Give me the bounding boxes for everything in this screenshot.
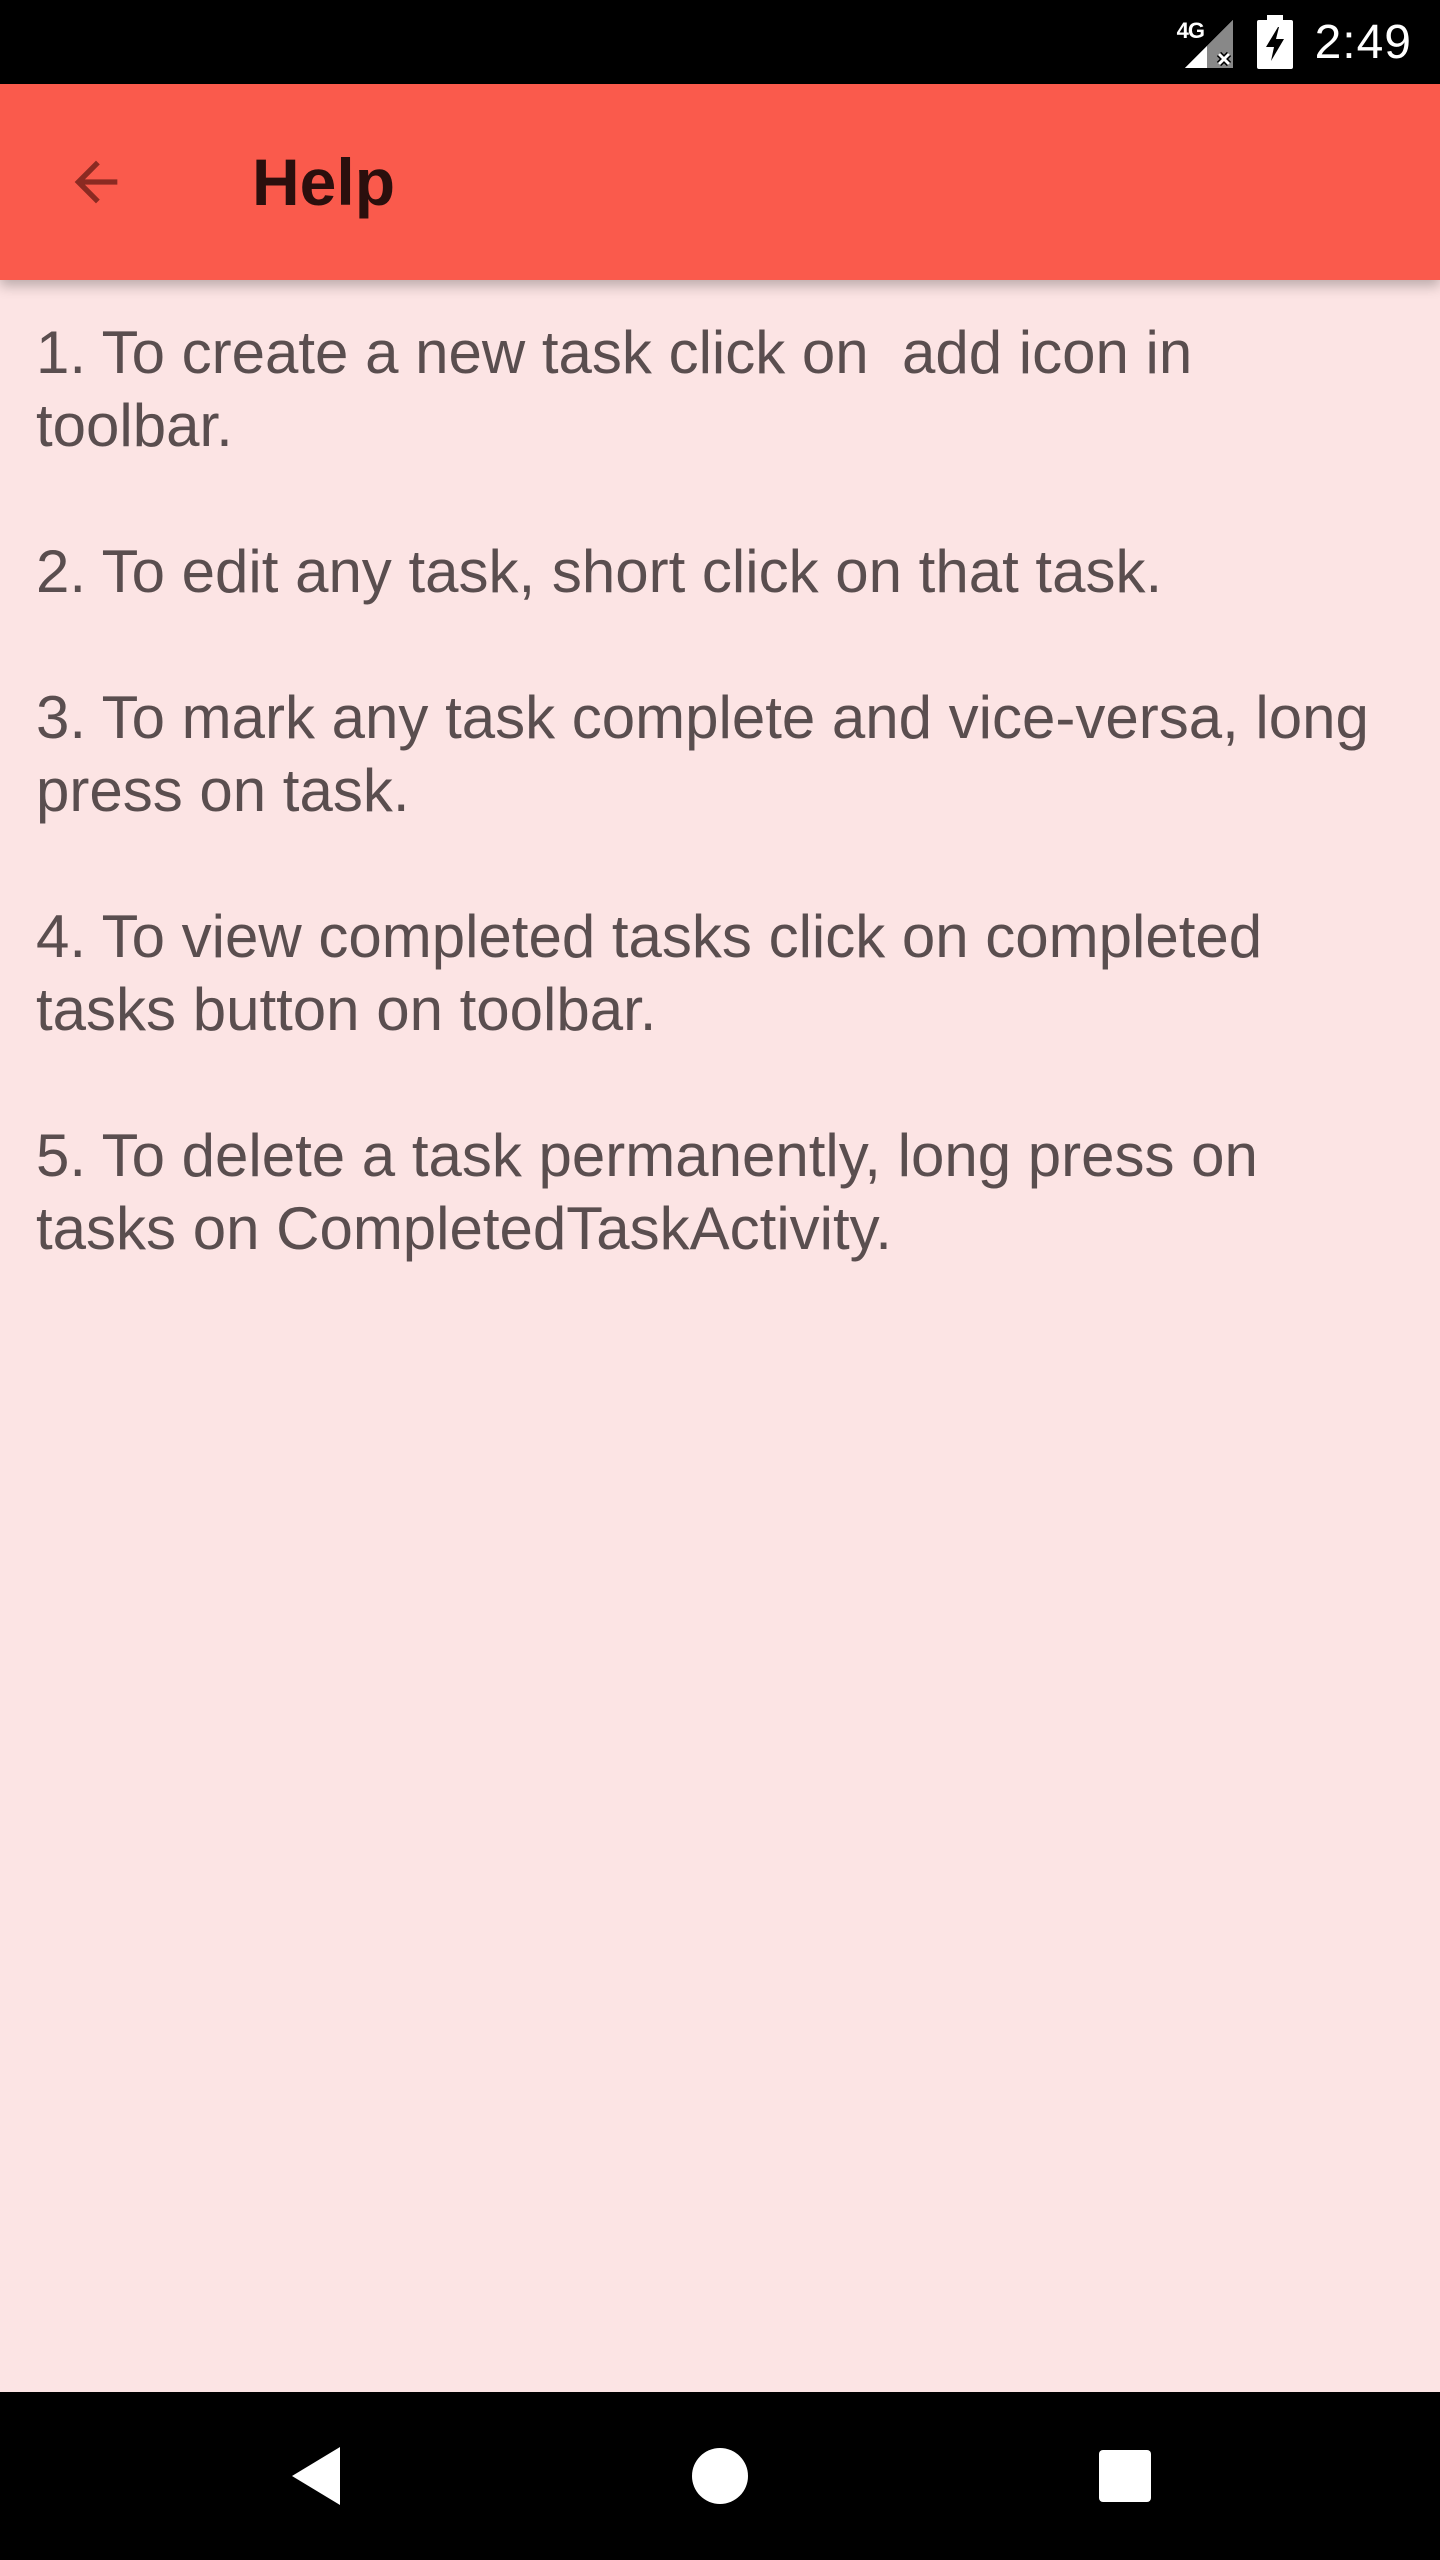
status-icons: 4G 2:49 xyxy=(1177,0,1412,84)
nav-home-circle-icon xyxy=(692,2448,748,2504)
status-bar: 4G 2:49 xyxy=(0,0,1440,84)
status-time: 2:49 xyxy=(1314,15,1412,69)
nav-recents-square-icon xyxy=(1099,2450,1151,2502)
help-item-5: 5. To delete a task permanently, long pr… xyxy=(36,1122,1275,1262)
help-item-2: 2. To edit any task, short click on that… xyxy=(36,538,1163,605)
help-item-3: 3. To mark any task complete and vice-ve… xyxy=(36,684,1386,824)
nav-back-triangle-icon xyxy=(292,2447,340,2505)
help-item-4: 4. To view completed tasks click on comp… xyxy=(36,903,1279,1043)
system-navigation-bar xyxy=(0,2392,1440,2560)
nav-recents-button[interactable] xyxy=(1045,2392,1205,2560)
arrow-back-icon xyxy=(74,160,118,204)
cellular-signal-icon: 4G xyxy=(1177,14,1235,70)
nav-home-button[interactable] xyxy=(640,2392,800,2560)
toolbar: Help xyxy=(0,84,1440,280)
help-item-1: 1. To create a new task click on add ico… xyxy=(36,319,1209,459)
page-title: Help xyxy=(252,145,396,219)
help-content: 1. To create a new task click on add ico… xyxy=(36,316,1396,1338)
back-button[interactable] xyxy=(48,134,144,230)
battery-charging-icon xyxy=(1256,15,1293,69)
nav-back-button[interactable] xyxy=(236,2392,396,2560)
